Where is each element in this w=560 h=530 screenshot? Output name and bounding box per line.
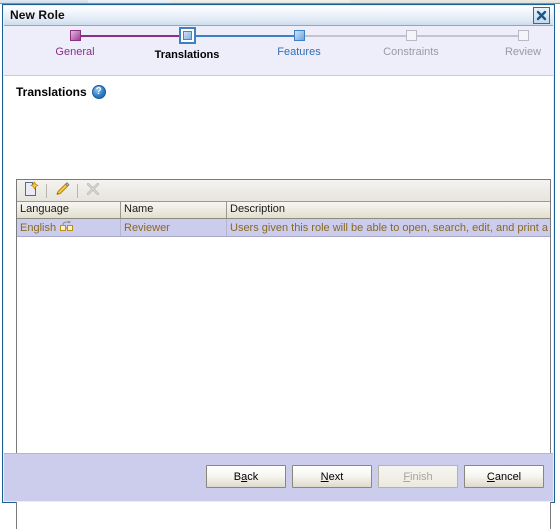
wizard-step-label: Review: [504, 46, 542, 58]
cell-description: Users given this role will be able to op…: [227, 219, 550, 236]
wizard-step-features[interactable]: Features: [239, 30, 359, 58]
finish-button: Finish: [378, 465, 458, 488]
back-button[interactable]: Back: [206, 465, 286, 488]
cancel-button[interactable]: Cancel: [464, 465, 544, 488]
close-icon: [536, 10, 547, 21]
wizard-step-label: Constraints: [383, 46, 439, 58]
wizard-step-label: Translations: [154, 49, 220, 61]
wizard-step-label: Features: [277, 46, 321, 58]
pencil-icon: [54, 181, 70, 200]
dialog-title-bar: New Role: [3, 5, 554, 26]
wizard-step-label: General: [55, 46, 95, 58]
step-marker-icon: [178, 27, 196, 44]
step-marker-icon: [517, 30, 529, 41]
help-icon[interactable]: ?: [91, 85, 106, 99]
dialog-footer: Back Next Finish Cancel: [4, 453, 553, 501]
toolbar-separator: [46, 183, 47, 198]
wizard-step-translations[interactable]: Translations: [127, 27, 247, 61]
wizard-train: General Translations Features Constraint…: [3, 26, 554, 76]
column-header-name[interactable]: Name: [121, 202, 227, 218]
cell-description-text: Users given this role will be able to op…: [230, 221, 548, 234]
next-button[interactable]: Next: [292, 465, 372, 488]
column-header-description[interactable]: Description: [227, 202, 550, 218]
toolbar-separator: [77, 183, 78, 198]
delete-translation-button: [82, 182, 104, 200]
step-marker-icon: [293, 30, 305, 41]
close-button[interactable]: [533, 7, 550, 24]
wizard-step-review: Review: [463, 30, 560, 58]
section-header: Translations ?: [3, 76, 554, 104]
dialog-content: Translations ? Language Name Description…: [3, 76, 554, 530]
edit-translation-button[interactable]: [51, 182, 73, 200]
wizard-step-constraints: Constraints: [351, 30, 471, 58]
cell-language: English: [17, 219, 121, 236]
table-row[interactable]: English Reviewer Users given this role w…: [17, 219, 550, 237]
column-header-language[interactable]: Language: [17, 202, 121, 218]
new-document-icon: [23, 181, 39, 200]
page-title: Translations: [16, 85, 87, 99]
wizard-step-general[interactable]: General: [15, 30, 135, 58]
cell-name-text: Reviewer: [124, 221, 170, 234]
cell-language-text: English: [20, 221, 57, 234]
new-role-dialog: New Role General Translations Features C…: [2, 4, 555, 530]
table-toolbar: [17, 180, 550, 202]
cell-name: Reviewer: [121, 219, 227, 236]
new-translation-button[interactable]: [20, 181, 42, 200]
dialog-title: New Role: [10, 8, 65, 22]
step-marker-icon: [405, 30, 417, 41]
delete-x-icon: [85, 181, 101, 200]
translate-icon: [60, 220, 74, 235]
step-marker-icon: [69, 30, 81, 41]
table-header-row: Language Name Description: [17, 202, 550, 219]
